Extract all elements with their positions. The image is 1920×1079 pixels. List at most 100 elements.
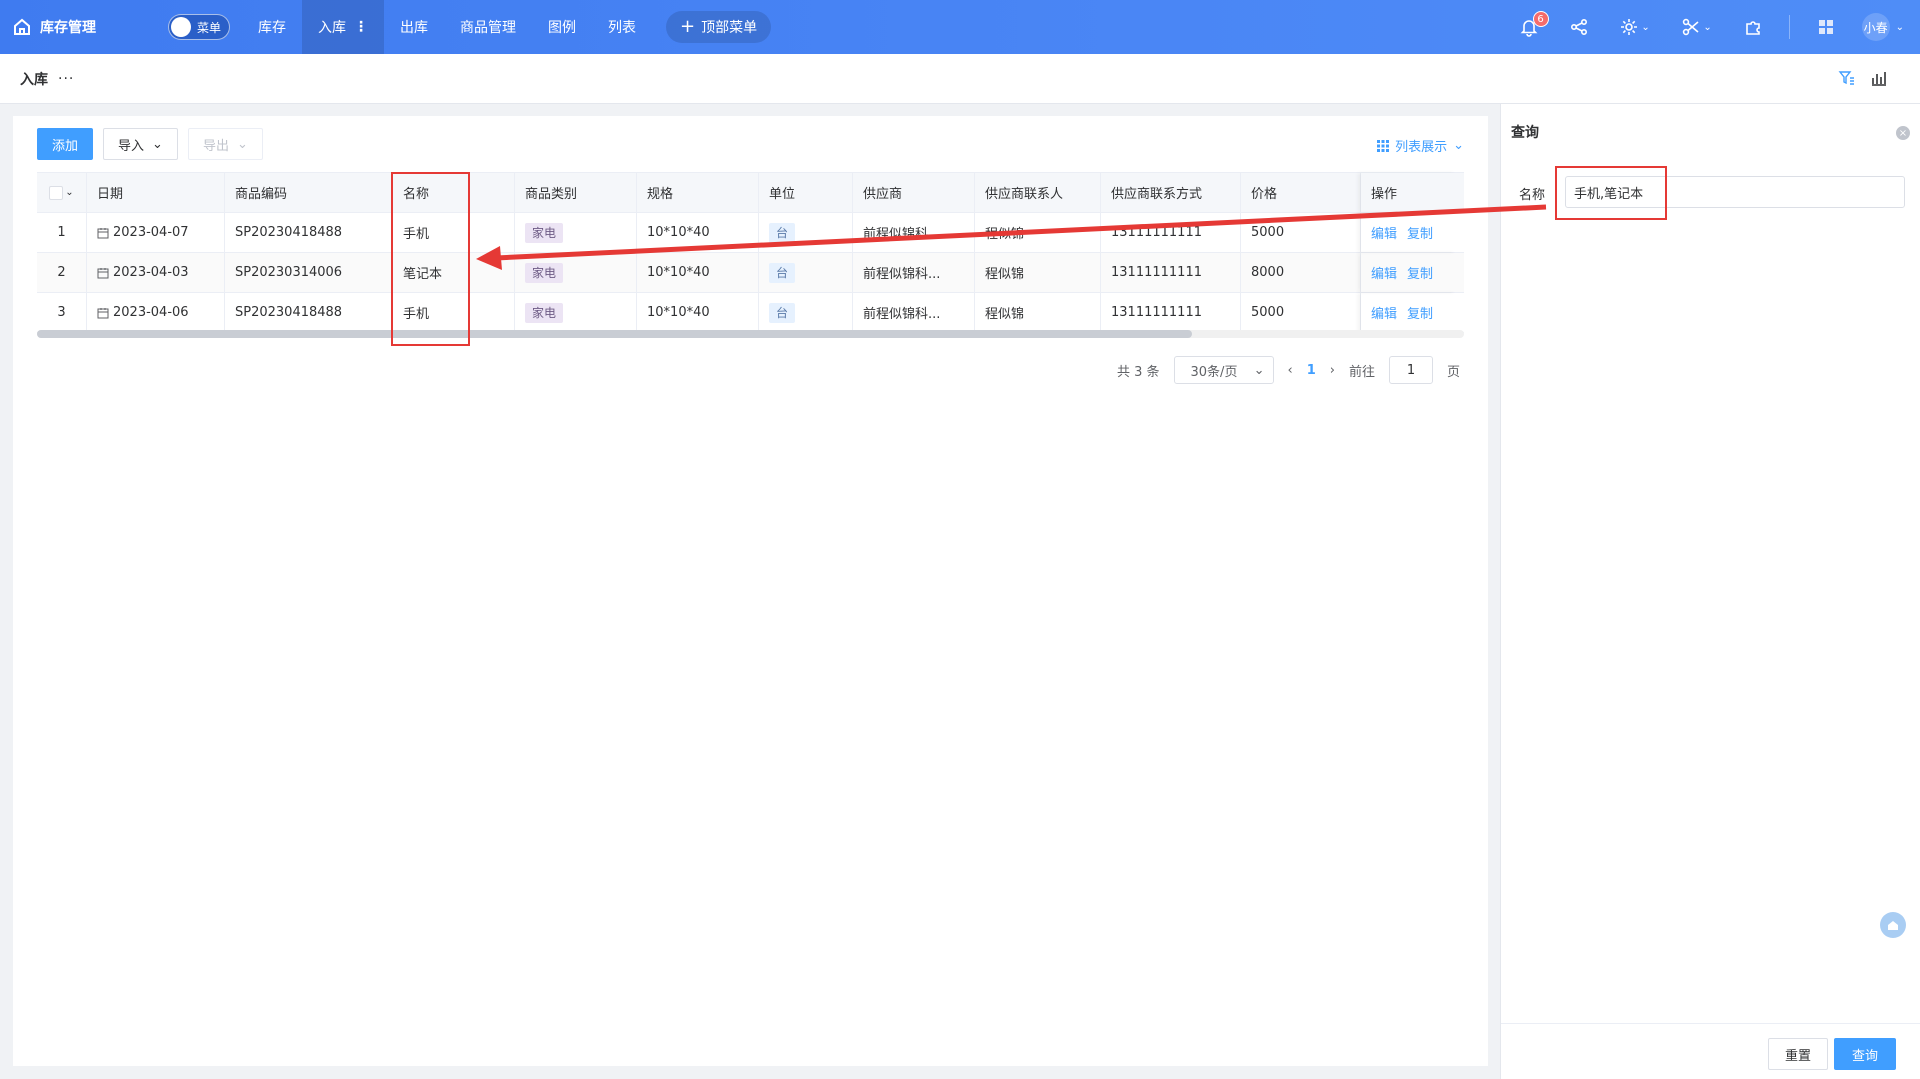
chevron-down-icon: ⌄ — [1453, 138, 1464, 153]
row-index: 3 — [37, 293, 87, 332]
supplier-cell: 前程似锦科... — [853, 213, 975, 252]
column-header[interactable]: 商品编码 — [225, 173, 393, 212]
user-menu[interactable]: 小春 ⌄ — [1861, 13, 1904, 41]
unit-cell: 台 — [759, 213, 853, 252]
export-button[interactable]: 导出 ⌄ — [187, 128, 263, 160]
query-button[interactable]: 查询 — [1833, 1038, 1896, 1070]
contact-cell: 程似锦 — [975, 213, 1101, 252]
list-view-label: 列表展示 — [1395, 140, 1448, 155]
home-icon — [1888, 921, 1898, 930]
nav-label: 商品管理 — [460, 20, 516, 36]
app-brand[interactable]: 库存管理 — [0, 17, 160, 37]
notification-bell[interactable]: 6 — [1515, 11, 1549, 41]
edit-link[interactable]: 编辑 — [1371, 263, 1397, 282]
horizontal-scrollbar[interactable] — [37, 330, 1464, 338]
list-view-dropdown[interactable]: 列表展示 ⌄ — [1377, 136, 1464, 155]
category-tag: 家电 — [525, 302, 564, 323]
nav-item-stock[interactable]: 库存 — [242, 0, 302, 54]
date-value: 2023-04-07 — [113, 225, 189, 240]
category-cell: 家电 — [515, 213, 637, 252]
grid-icon — [1818, 20, 1833, 34]
add-button[interactable]: 添加 — [37, 128, 94, 160]
nav-item-inbound[interactable]: 入库 ⋮ — [302, 0, 384, 54]
main-content: 添加 导入 ⌄ 导出 ⌄ 列表展示 ⌄ ⌄ 日期 商品编码 名称 商品类别 规格 单… — [13, 116, 1488, 1066]
share-button[interactable] — [1565, 13, 1593, 41]
close-icon[interactable]: × — [1896, 126, 1910, 140]
edit-link[interactable]: 编辑 — [1371, 303, 1397, 322]
share-icon — [1570, 18, 1587, 36]
home-icon — [14, 18, 30, 35]
menu-toggle-label: 菜单 — [197, 20, 222, 35]
tools-dropdown[interactable]: ⌄ — [1677, 13, 1717, 41]
scrollbar-thumb[interactable] — [37, 330, 1192, 338]
menu-toggle[interactable]: 菜单 — [168, 14, 230, 40]
more-horizontal-icon[interactable]: ··· — [58, 71, 74, 87]
reset-button[interactable]: 重置 — [1767, 1038, 1828, 1070]
name-field-label: 名称 — [1519, 188, 1546, 203]
import-button[interactable]: 导入 ⌄ — [103, 128, 178, 160]
puzzle-icon — [1745, 21, 1760, 35]
copy-link[interactable]: 复制 — [1407, 223, 1433, 242]
table-row[interactable]: 2 2023-04-03 SP20230314006 笔记本 家电 10*10*… — [37, 253, 1464, 293]
date-value: 2023-04-03 — [113, 265, 189, 280]
table-row[interactable]: 1 2023-04-07 SP20230418488 手机 家电 10*10*4… — [37, 213, 1464, 253]
column-header: 操作 — [1361, 173, 1456, 212]
phone-cell: 13111111111 — [1101, 293, 1241, 332]
copy-link[interactable]: 复制 — [1407, 303, 1433, 322]
page-number[interactable]: 1 — [1307, 363, 1316, 378]
page-size-value: 30条/页 — [1190, 364, 1238, 380]
inbound-table: ⌄ 日期 商品编码 名称 商品类别 规格 单位 供应商 供应商联系人 供应商联系… — [37, 172, 1464, 333]
app-title: 库存管理 — [40, 20, 96, 36]
page-size-select[interactable]: 30条/页 ⌄ — [1173, 356, 1274, 384]
nav-item-products[interactable]: 商品管理 — [444, 0, 532, 54]
toolbar: 添加 导入 ⌄ 导出 ⌄ — [37, 128, 263, 160]
help-float-icon[interactable] — [1880, 912, 1906, 938]
row-index: 2 — [37, 253, 87, 292]
page-title: 入库 — [20, 71, 48, 88]
column-header[interactable]: 商品类别 — [515, 173, 637, 212]
next-page-icon[interactable]: › — [1330, 363, 1335, 378]
column-header[interactable]: 日期 — [87, 173, 225, 212]
calendar-icon — [97, 267, 109, 278]
goto-page-input[interactable]: 1 — [1388, 356, 1433, 384]
nav-item-outbound[interactable]: 出库 — [384, 0, 444, 54]
select-all-checkbox[interactable]: ⌄ — [37, 173, 87, 212]
code-cell: SP20230418488 — [225, 293, 393, 332]
plugin-button[interactable] — [1739, 13, 1767, 41]
prev-page-icon[interactable]: ‹ — [1288, 363, 1293, 378]
more-vertical-icon[interactable]: ⋮ — [354, 19, 368, 35]
column-header[interactable]: 供应商 — [853, 173, 975, 212]
category-cell: 家电 — [515, 293, 637, 332]
column-header[interactable]: 规格 — [637, 173, 759, 212]
code-cell: SP20230418488 — [225, 213, 393, 252]
nav-item-list[interactable]: 列表 — [592, 0, 652, 54]
apps-button[interactable] — [1812, 13, 1840, 41]
nav-label: 图例 — [548, 20, 576, 36]
bar-chart-icon[interactable] — [1870, 69, 1888, 87]
contact-cell: 程似锦 — [975, 293, 1101, 332]
column-header[interactable]: 单位 — [759, 173, 853, 212]
unit-tag: 台 — [769, 262, 796, 283]
category-tag: 家电 — [525, 222, 564, 243]
filter-icon[interactable] — [1838, 69, 1856, 87]
date-cell: 2023-04-03 — [87, 253, 225, 292]
nav-item-legend[interactable]: 图例 — [532, 0, 592, 54]
code-cell: SP20230314006 — [225, 253, 393, 292]
nav-label: 库存 — [258, 20, 286, 36]
top-menu-label: 顶部菜单 — [701, 20, 758, 36]
price-cell: 5000 — [1241, 293, 1361, 332]
price-cell: 8000 — [1241, 253, 1361, 292]
table-row[interactable]: 3 2023-04-06 SP20230418488 手机 家电 10*10*4… — [37, 293, 1464, 333]
chevron-down-icon: ⌄ — [1703, 21, 1712, 33]
query-panel-title: 查询 — [1511, 125, 1539, 141]
row-index: 1 — [37, 213, 87, 252]
copy-link[interactable]: 复制 — [1407, 263, 1433, 282]
column-header[interactable]: 价格 — [1241, 173, 1361, 212]
column-header[interactable]: 供应商联系方式 — [1101, 173, 1241, 212]
grid-icon — [1377, 139, 1390, 152]
top-right-tools: 6 ⌄ ⌄ 小春 ⌄ — [1515, 0, 1904, 54]
column-header[interactable]: 供应商联系人 — [975, 173, 1101, 212]
settings-dropdown[interactable]: ⌄ — [1615, 13, 1655, 41]
edit-link[interactable]: 编辑 — [1371, 223, 1397, 242]
top-menu-button[interactable]: + 顶部菜单 — [666, 11, 772, 43]
